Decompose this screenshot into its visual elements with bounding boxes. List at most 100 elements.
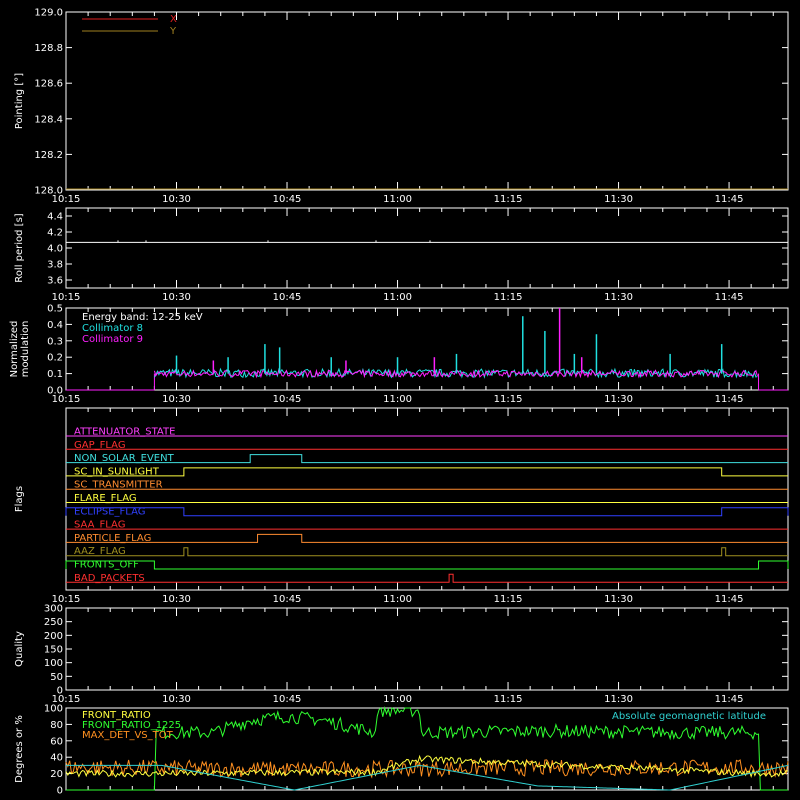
x-tick-label-4: 11:30 — [604, 694, 633, 705]
flag-line-aaz_flag — [66, 547, 788, 557]
x-tick-label-4: 11:45 — [715, 694, 744, 705]
y-axis-label-0: Pointing [°] — [14, 73, 25, 129]
x-tick-label-0: 11:45 — [715, 194, 744, 205]
y-tick-label-1: 3.6 — [47, 276, 63, 287]
y-tick-label-2: 0.5 — [47, 304, 63, 315]
y-tick-label-2: 0.1 — [47, 369, 63, 380]
y-tick-label-0: 128.2 — [34, 150, 63, 161]
y-tick-label-2: 0.3 — [47, 336, 63, 347]
x-tick-label-1: 11:45 — [715, 292, 744, 303]
x-tick-label-0: 11:30 — [604, 194, 633, 205]
y-tick-label-1: 4.0 — [47, 244, 63, 255]
flag-label-attenuator_state: ATTENUATOR_STATE — [74, 427, 175, 438]
y-tick-label-4: 100 — [44, 658, 63, 669]
y-tick-label-4: 150 — [44, 645, 63, 656]
series-line-3 — [66, 764, 789, 791]
y-tick-label-1: 4.4 — [47, 212, 63, 223]
x-tick-label-4: 10:45 — [273, 694, 302, 705]
y-tick-label-2: 0.0 — [47, 386, 63, 397]
flag-label-fronts_off: FRONTS_OFF — [74, 560, 139, 571]
flag-line-eclipse_flag — [65, 507, 789, 517]
flag-label-bad_packets: BAD_PACKETS — [74, 573, 145, 584]
legend-label-Y: Y — [169, 26, 177, 37]
x-tick-label-4: 10:30 — [162, 694, 191, 705]
y-tick-label-4: 200 — [44, 631, 63, 642]
chart-svg: 10:15 10:30 10:45 11:00 11:15 11:30 11:45 Point… — [9, 8, 789, 797]
y-axis-label-3: Flags — [14, 486, 25, 512]
flag-label-sc_transmitter: SC_TRANSMITTER — [74, 480, 163, 491]
flag-line-sc_in_sunlight — [66, 467, 788, 477]
y-tick-label-4: 50 — [50, 672, 63, 683]
y-tick-label-1: 4.2 — [47, 228, 63, 239]
y-axis-label-2: modulation — [20, 321, 31, 378]
modulation-legend-2: Collimator 9 — [82, 334, 143, 345]
y-tick-label-0: 128.0 — [34, 186, 63, 197]
modulation-legend-1: Collimator 8 — [82, 323, 143, 334]
flag-line-fronts_off — [65, 560, 789, 570]
y-axis-label-5: Degrees or % — [14, 715, 25, 783]
x-tick-label-3: 10:45 — [273, 594, 302, 605]
y-tick-label-0: 128.8 — [34, 43, 63, 54]
legend-label-X: X — [170, 14, 177, 25]
x-tick-label-3: 11:00 — [383, 594, 412, 605]
x-tick-label-0: 10:30 — [162, 194, 191, 205]
y-tick-label-4: 300 — [44, 604, 63, 615]
degrees-legend-right: Absolute geomagnetic latitude — [612, 711, 766, 722]
flag-label-sc_in_sunlight: SC_IN_SUNLIGHT — [74, 466, 160, 477]
x-tick-label-1: 10:30 — [162, 292, 191, 303]
flag-label-particle_flag: PARTICLE_FLAG — [74, 533, 151, 544]
x-tick-label-1: 10:45 — [273, 292, 302, 303]
x-tick-label-0: 10:45 — [273, 194, 302, 205]
y-tick-label-0: 128.6 — [34, 79, 63, 90]
flag-line-particle_flag — [66, 533, 788, 543]
flag-label-aaz_flag: AAZ_FLAG — [74, 546, 126, 557]
panel-frame-1 — [65, 207, 789, 289]
panel-frame-4 — [65, 607, 789, 691]
degrees-legend-2: MAX_DET_VS_TOT — [82, 730, 174, 741]
x-tick-label-2: 11:00 — [383, 394, 412, 405]
flag-line-bad_packets — [66, 573, 788, 583]
x-tick-label-2: 11:15 — [494, 394, 523, 405]
x-tick-label-2: 11:45 — [715, 394, 744, 405]
y-tick-label-2: 0.4 — [47, 320, 63, 331]
x-tick-label-1: 11:15 — [494, 292, 523, 303]
flag-label-non_solar_event: NON_SOLAR_EVENT — [74, 453, 175, 464]
panel-frame-0 — [65, 11, 789, 191]
y-tick-label-5: 40 — [50, 753, 63, 764]
x-tick-label-1: 11:30 — [604, 292, 633, 303]
y-tick-label-1: 3.8 — [47, 260, 63, 271]
x-tick-label-4: 11:15 — [494, 694, 523, 705]
y-tick-label-4: 250 — [44, 617, 63, 628]
x-tick-label-3: 11:15 — [494, 594, 523, 605]
x-tick-label-1: 10:15 — [52, 292, 81, 303]
flag-label-eclipse_flag: ECLIPSE_FLAG — [74, 506, 145, 517]
flag-label-saa_flag: SAA_FLAG — [74, 520, 125, 531]
x-tick-label-1: 11:00 — [383, 292, 412, 303]
y-tick-label-5: 0 — [57, 786, 63, 797]
y-tick-label-5: 80 — [50, 720, 63, 731]
x-tick-label-2: 11:30 — [604, 394, 633, 405]
x-tick-label-2: 10:30 — [162, 394, 191, 405]
flag-label-gap_flag: GAP_FLAG — [74, 440, 126, 451]
y-tick-label-0: 129.0 — [34, 8, 63, 19]
y-tick-label-5: 100 — [44, 704, 63, 715]
y-axis-label-2: Normalized — [9, 321, 20, 378]
y-axis-label-1: Roll period [s] — [14, 213, 25, 282]
y-tick-label-2: 0.2 — [47, 353, 63, 364]
x-tick-label-4: 11:00 — [383, 694, 412, 705]
flag-line-non_solar_event — [66, 454, 788, 464]
chart-stage: 10:15 10:30 10:45 11:00 11:15 11:30 11:45 Point… — [0, 0, 800, 800]
x-tick-label-3: 11:45 — [715, 594, 744, 605]
flag-label-flare_flag: FLARE_FLAG — [74, 493, 137, 504]
modulation-legend-0: Energy band: 12-25 keV — [82, 312, 203, 323]
x-tick-label-3: 11:30 — [604, 594, 633, 605]
x-tick-label-3: 10:30 — [162, 594, 191, 605]
y-axis-label-4: Quality — [14, 631, 25, 667]
y-tick-label-0: 128.4 — [34, 114, 63, 125]
x-tick-label-2: 10:45 — [273, 394, 302, 405]
y-tick-label-5: 20 — [50, 769, 63, 780]
y-tick-label-4: 0 — [57, 686, 63, 697]
x-tick-label-0: 11:00 — [383, 194, 412, 205]
y-tick-label-5: 60 — [50, 736, 63, 747]
x-tick-label-0: 11:15 — [494, 194, 523, 205]
